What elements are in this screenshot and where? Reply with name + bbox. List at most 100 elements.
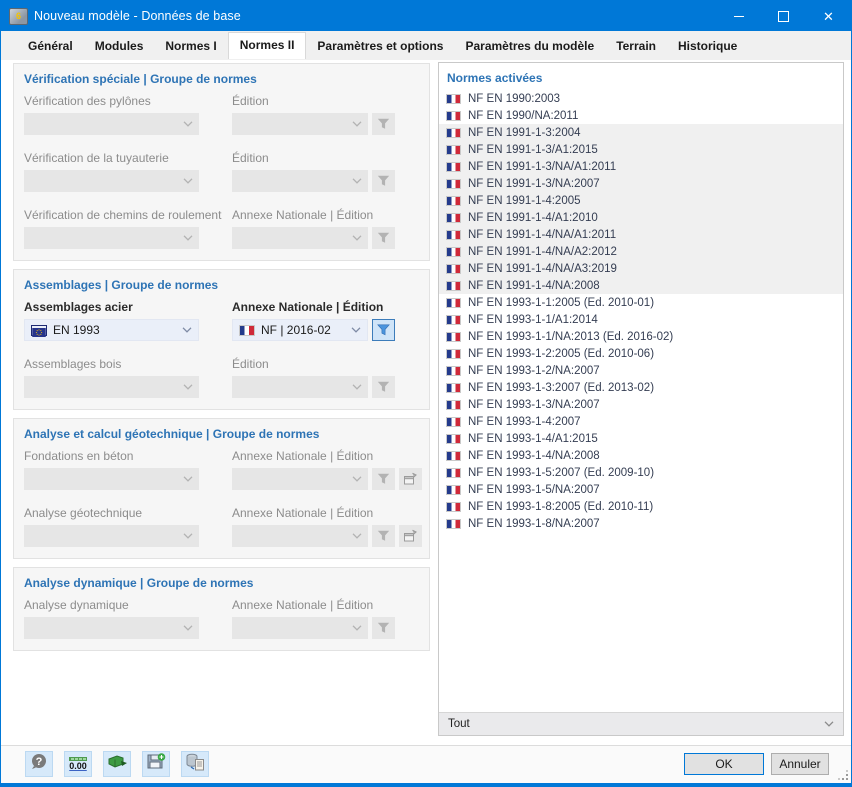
norm-list-item[interactable]: NF EN 1993-1-4:2007 <box>439 413 843 430</box>
chevron-down-icon <box>352 178 362 184</box>
norm-list-item[interactable]: NF EN 1990:2003 <box>439 90 843 107</box>
combo-analyse-geotechnique-edition[interactable] <box>232 525 368 547</box>
combo-assemblages-bois[interactable] <box>24 376 199 398</box>
combo-fondations-en-beton[interactable] <box>24 468 199 490</box>
tab-general[interactable]: Général <box>17 34 84 59</box>
norm-list-item[interactable]: NF EN 1993-1-2:2005 (Ed. 2010-06) <box>439 345 843 362</box>
norm-list-item[interactable]: NF EN 1993-1-1/NA:2013 (Ed. 2016-02) <box>439 328 843 345</box>
tab-normes-i[interactable]: Normes I <box>154 34 227 59</box>
norm-label: NF EN 1991-1-4/NA/A3:2019 <box>468 262 617 275</box>
annex-button-fondations-en-beton[interactable] <box>399 468 422 490</box>
norm-list-item[interactable]: NF EN 1991-1-4/A1:2010 <box>439 209 843 226</box>
field-row: Assemblages bois Édition <box>14 350 429 398</box>
footer-toolbar: ? 0.00 <box>25 751 209 777</box>
norm-list-item[interactable]: NF EN 1993-1-3:2007 (Ed. 2013-02) <box>439 379 843 396</box>
tab-terrain[interactable]: Terrain <box>605 34 667 59</box>
norm-label: NF EN 1991-1-4/A1:2010 <box>468 211 598 224</box>
filter-button-verification-de-la-tuyauterie[interactable] <box>372 170 395 192</box>
close-button[interactable]: ✕ <box>806 1 851 31</box>
combo-assemblages-acier[interactable]: EN 1993 <box>24 319 199 341</box>
units-button[interactable]: 0.00 <box>64 751 92 777</box>
norm-list-item[interactable]: NF EN 1993-1-3/NA:2007 <box>439 396 843 413</box>
filter-button-fondations-en-beton[interactable] <box>372 468 395 490</box>
database-button[interactable] <box>181 751 209 777</box>
norm-label: NF EN 1991-1-3/A1:2015 <box>468 143 598 156</box>
tab-parametres-et-options[interactable]: Paramètres et options <box>306 34 454 59</box>
france-flag-icon <box>446 518 461 529</box>
norm-list-item[interactable]: NF EN 1993-1-5/NA:2007 <box>439 481 843 498</box>
label-fondations-en-beton: Fondations en béton <box>24 449 134 463</box>
france-flag-icon <box>446 314 461 325</box>
combo-analyse-dynamique-edition[interactable] <box>232 617 368 639</box>
tab-normes-ii[interactable]: Normes II <box>227 32 307 59</box>
france-flag-icon <box>446 195 461 206</box>
norm-list-item[interactable]: NF EN 1991-1-4/NA/A2:2012 <box>439 243 843 260</box>
norm-label: NF EN 1991-1-4:2005 <box>468 194 581 207</box>
activated-norms-list[interactable]: NF EN 1990:2003 NF EN 1990/NA:2011 NF EN 1… <box>439 90 843 712</box>
annex-button-analyse-geotechnique[interactable] <box>399 525 422 547</box>
combo-verification-des-pylones[interactable] <box>24 113 199 135</box>
france-flag-icon <box>446 161 461 172</box>
norm-label: NF EN 1991-1-3/NA:2007 <box>468 177 600 190</box>
minimize-button[interactable] <box>716 1 761 31</box>
chevron-down-icon <box>352 235 362 241</box>
group-title: Vérification spéciale | Groupe de normes <box>24 72 257 86</box>
norm-list-item[interactable]: NF EN 1993-1-8:2005 (Ed. 2010-11) <box>439 498 843 515</box>
filter-button-analyse-geotechnique[interactable] <box>372 525 395 547</box>
norm-label: NF EN 1991-1-4/NA:2008 <box>468 279 600 292</box>
combo-assemblages-bois-edition[interactable] <box>232 376 368 398</box>
combo-verification-de-la-tuyauterie[interactable] <box>24 170 199 192</box>
resize-grip[interactable] <box>839 771 848 780</box>
chevron-down-icon <box>352 121 362 127</box>
france-flag-icon <box>446 365 461 376</box>
options-button[interactable] <box>103 751 131 777</box>
label-assemblages-bois-edition: Édition <box>232 357 269 371</box>
norm-list-item[interactable]: NF EN 1991-1-3/NA/A1:2011 <box>439 158 843 175</box>
tab-historique[interactable]: Historique <box>667 34 748 59</box>
ok-button[interactable]: OK <box>684 753 764 775</box>
norm-list-item[interactable]: NF EN 1991-1-3:2004 <box>439 124 843 141</box>
combo-verification-de-la-tuyauterie-edition[interactable] <box>232 170 368 192</box>
filter-button-verification-des-pylones[interactable] <box>372 113 395 135</box>
filter-button-verification-de-chemins-de-roulement[interactable] <box>372 227 395 249</box>
norm-list-item[interactable]: NF EN 1993-1-4/A1:2015 <box>439 430 843 447</box>
norm-list-item[interactable]: NF EN 1991-1-4/NA/A1:2011 <box>439 226 843 243</box>
france-flag-icon <box>446 501 461 512</box>
database-copy-icon <box>185 753 205 776</box>
norm-list-item[interactable]: NF EN 1991-1-3/A1:2015 <box>439 141 843 158</box>
label-analyse-geotechnique-annexe-nationale-edition: Annexe Nationale | Édition <box>232 506 374 520</box>
combo-analyse-dynamique[interactable] <box>24 617 199 639</box>
norm-filter-select[interactable]: Tout <box>439 712 843 735</box>
cancel-button[interactable]: Annuler <box>771 753 829 775</box>
norm-list-item[interactable]: NF EN 1991-1-4:2005 <box>439 192 843 209</box>
combo-verification-de-chemins-de-roulement-edition[interactable] <box>232 227 368 249</box>
help-button[interactable]: ? <box>25 751 53 777</box>
norm-list-item[interactable]: NF EN 1993-1-2/NA:2007 <box>439 362 843 379</box>
combo-verification-des-pylones-edition[interactable] <box>232 113 368 135</box>
filter-button-analyse-dynamique[interactable] <box>372 617 395 639</box>
norm-list-item[interactable]: NF EN 1993-1-4/NA:2008 <box>439 447 843 464</box>
norm-list-item[interactable]: NF EN 1993-1-5:2007 (Ed. 2009-10) <box>439 464 843 481</box>
tab-parametres-du-modele[interactable]: Paramètres du modèle <box>454 34 605 59</box>
norm-list-item[interactable]: NF EN 1991-1-4/NA/A3:2019 <box>439 260 843 277</box>
close-icon: ✕ <box>823 8 834 24</box>
combo-assemblages-acier-edition[interactable]: NF | 2016-02 <box>232 319 368 341</box>
norm-list-item[interactable]: NF EN 1991-1-3/NA:2007 <box>439 175 843 192</box>
tab-modules[interactable]: Modules <box>84 34 155 59</box>
norm-list-item[interactable]: NF EN 1993-1-8/NA:2007 <box>439 515 843 532</box>
norm-list-item[interactable]: NF EN 1993-1-1/A1:2014 <box>439 311 843 328</box>
norm-list-item[interactable]: NF EN 1993-1-1:2005 (Ed. 2010-01) <box>439 294 843 311</box>
filter-button-assemblages-bois[interactable] <box>372 376 395 398</box>
norm-label: NF EN 1993-1-4:2007 <box>468 415 581 428</box>
filter-button-assemblages-acier[interactable] <box>372 319 395 341</box>
france-flag-icon <box>446 127 461 138</box>
combo-value: EN 1993 <box>53 323 100 337</box>
norm-list-item[interactable]: NF EN 1991-1-4/NA:2008 <box>439 277 843 294</box>
combo-verification-de-chemins-de-roulement[interactable] <box>24 227 199 249</box>
maximize-button[interactable] <box>761 1 806 31</box>
combo-analyse-geotechnique[interactable] <box>24 525 199 547</box>
combo-fondations-en-beton-edition[interactable] <box>232 468 368 490</box>
save-defaults-button[interactable] <box>142 751 170 777</box>
norm-label: NF EN 1993-1-5:2007 (Ed. 2009-10) <box>468 466 655 479</box>
norm-list-item[interactable]: NF EN 1990/NA:2011 <box>439 107 843 124</box>
